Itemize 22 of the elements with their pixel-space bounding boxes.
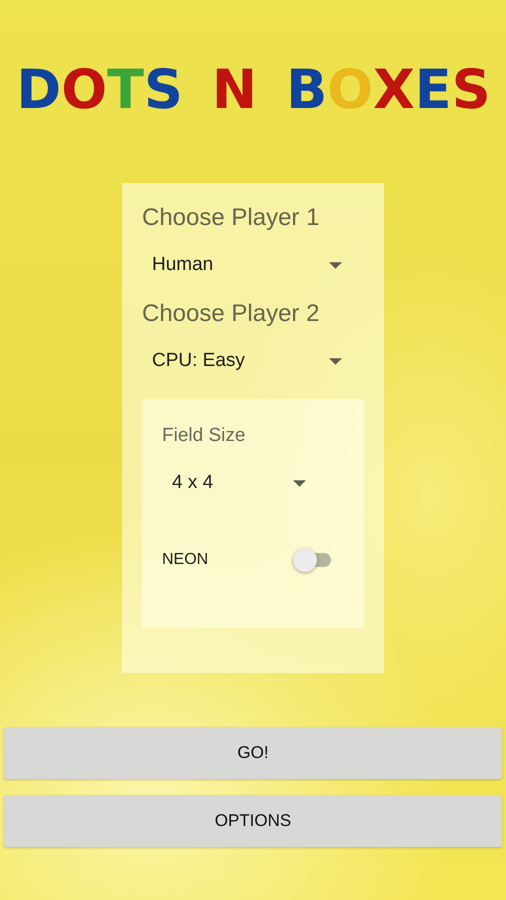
caret-icon — [329, 358, 342, 364]
caret-icon — [293, 480, 306, 486]
logo-letter: N — [212, 61, 256, 119]
logo-letter: O — [61, 61, 106, 119]
options-button[interactable]: OPTIONS — [4, 795, 502, 847]
dropdown[interactable]: 4 x 4 — [162, 461, 344, 505]
section-label: Choose Player 2 — [142, 299, 320, 329]
toggle-switch[interactable] — [293, 547, 333, 573]
section-label: Choose Player 1 — [142, 203, 320, 233]
logo-letter: B — [286, 61, 326, 119]
logo-letter: E — [414, 61, 451, 119]
switch-label: NEON — [162, 551, 210, 569]
dropdown[interactable]: Human — [142, 243, 364, 287]
logo-letter: X — [373, 61, 414, 119]
logo-letter: D — [16, 61, 60, 119]
logo-letter: S — [452, 61, 490, 119]
go-button[interactable]: GO! — [4, 727, 502, 779]
caret-icon — [329, 262, 342, 268]
logo-letter: T — [107, 61, 143, 119]
logo-letter: S — [144, 61, 182, 119]
section-label: Field Size — [162, 424, 246, 448]
dropdown[interactable]: CPU: Easy — [142, 339, 364, 383]
